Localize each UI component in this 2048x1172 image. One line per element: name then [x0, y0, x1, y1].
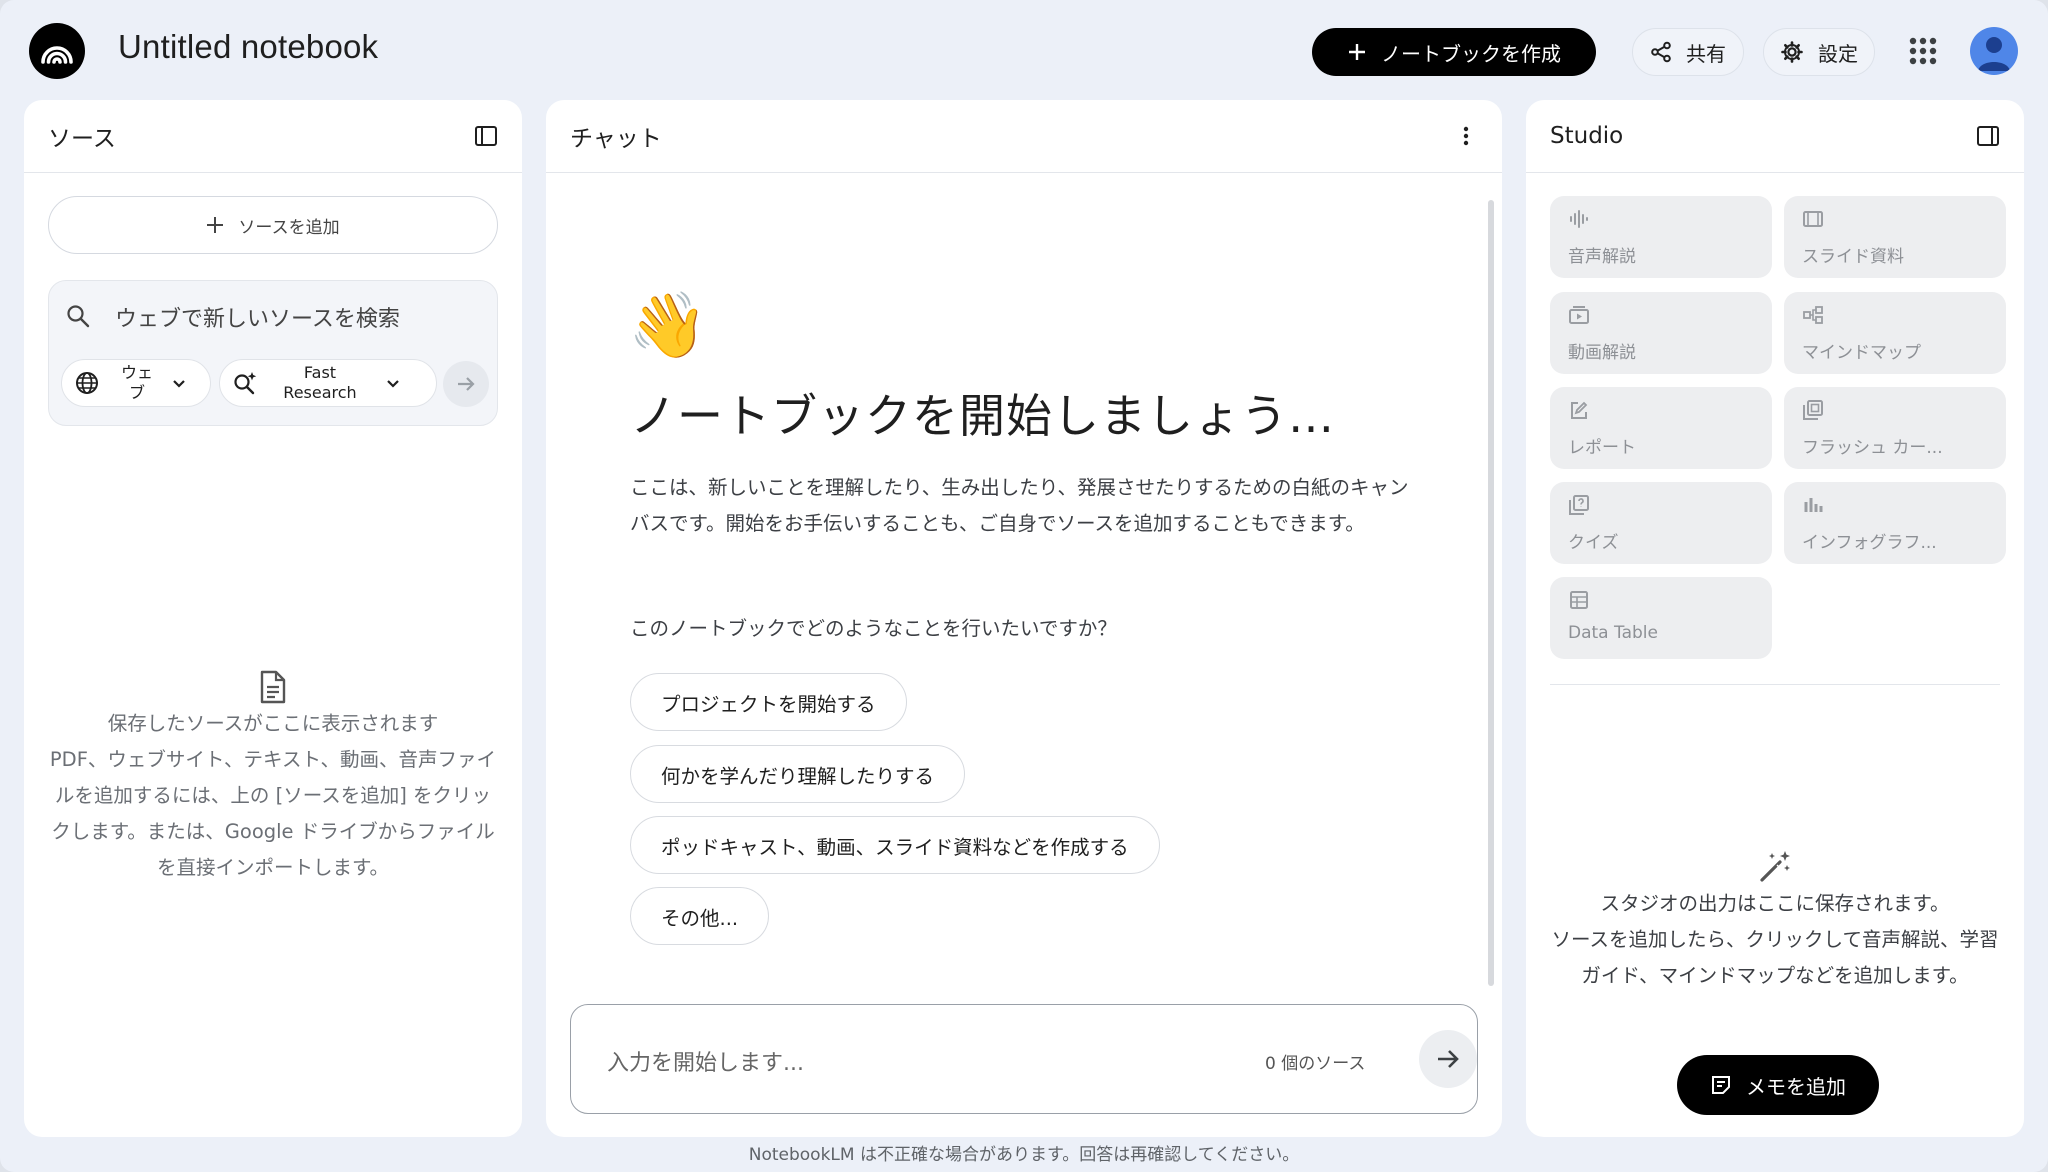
search-submit-button[interactable] — [443, 361, 489, 407]
magic-wand-icon — [1760, 851, 1790, 882]
create-notebook-button[interactable]: ノートブックを作成 — [1312, 28, 1596, 76]
studio-divider — [1550, 684, 2000, 685]
disclaimer-footer: NotebookLM は不正確な場合があります。回答は再確認してください。 — [748, 1145, 1300, 1165]
add-note-button[interactable]: メモを追加 — [1677, 1055, 1879, 1115]
app-window: Untitled notebook ノートブックを作成 共有 設定 ソース ソー… — [0, 0, 2048, 1172]
web-search-input[interactable]: ウェブで新しいソースを検索 — [115, 301, 400, 333]
avatar[interactable] — [1970, 27, 2018, 75]
studio-tile-label: フラッシュ カー... — [1802, 438, 1943, 458]
studio-tile-label: Data Table — [1568, 623, 1658, 643]
table-icon — [1570, 591, 1588, 609]
studio-tile-slides[interactable]: スライド資料 — [1784, 196, 2006, 278]
send-button[interactable] — [1419, 1030, 1477, 1088]
studio-tile-data-table[interactable]: Data Table — [1550, 577, 1772, 659]
search-icon — [67, 305, 90, 328]
notebooklm-logo-icon[interactable] — [29, 23, 85, 79]
settings-button[interactable]: 設定 — [1763, 28, 1875, 76]
studio-tile-audio[interactable]: 音声解説 — [1550, 196, 1772, 278]
studio-tile-label: レポート — [1568, 438, 1636, 458]
plus-icon — [1349, 44, 1365, 60]
chat-question: このノートブックでどのようなことを行いたいですか？ — [630, 617, 1117, 640]
share-icon — [1651, 41, 1671, 63]
globe-icon — [76, 372, 98, 394]
audio-wave-icon — [1570, 210, 1588, 228]
suggestion-chip[interactable]: ポッドキャスト、動画、スライド資料などを作成する — [630, 816, 1160, 874]
flashcard-icon — [1803, 400, 1823, 420]
sources-empty-title: 保存したソースがここに表示されます — [107, 712, 439, 735]
add-source-button[interactable]: ソースを追加 — [48, 196, 498, 254]
sources-title: ソース — [48, 126, 116, 152]
chevron-down-icon — [387, 380, 399, 388]
sources-panel: ソース ソースを追加 ウェブで新しいソースを検索 ウェ ブ Fast Resea… — [24, 100, 522, 1137]
more-options-icon[interactable] — [1454, 124, 1478, 148]
source-type-dropdown[interactable]: ウェ ブ — [61, 359, 211, 407]
studio-empty-state: スタジオの出力はここに保存されます。 ソースを追加したら、クリックして音声解説、… — [1526, 848, 2024, 994]
add-source-label: ソースを追加 — [238, 217, 340, 238]
studio-panel: Studio 音声解説 スライド資料 動画解説 マインドマップ レポート フラッ… — [1526, 100, 2024, 1137]
gear-icon — [1781, 41, 1803, 63]
note-icon — [1712, 1076, 1730, 1094]
suggestion-chip[interactable]: 何かを学んだり理解したりする — [630, 745, 966, 803]
collapse-panel-icon[interactable] — [1976, 124, 2000, 148]
studio-tile-flashcards[interactable]: フラッシュ カー... — [1784, 387, 2006, 469]
arrow-right-icon — [458, 377, 475, 391]
studio-tile-label: 動画解説 — [1568, 343, 1636, 363]
studio-tile-report[interactable]: レポート — [1550, 387, 1772, 469]
source-count: 0 個のソース — [1265, 1054, 1366, 1074]
create-notebook-label: ノートブックを作成 — [1381, 41, 1561, 66]
studio-tile-label: マインドマップ — [1802, 343, 1921, 363]
studio-tile-infographic[interactable]: インフォグラフ... — [1784, 482, 2006, 564]
chat-heading: ノートブックを開始しましょう… — [630, 389, 1335, 443]
mindmap-icon — [1803, 306, 1823, 324]
studio-tile-video[interactable]: 動画解説 — [1550, 292, 1772, 374]
research-mode-value: Fast Research — [283, 363, 357, 402]
quiz-icon — [1569, 495, 1589, 515]
studio-empty-title: スタジオの出力はここに保存されます。 — [1600, 892, 1950, 915]
studio-tile-quiz[interactable]: クイズ — [1550, 482, 1772, 564]
suggestion-chip[interactable]: プロジェクトを開始する — [630, 673, 907, 731]
top-bar: Untitled notebook ノートブックを作成 共有 設定 — [0, 0, 2048, 100]
chat-description: ここは、新しいことを理解したり、生み出したり、発展させたりするための白紙のキャン… — [630, 476, 1409, 535]
studio-tile-mindmap[interactable]: マインドマップ — [1784, 292, 2006, 374]
document-icon — [260, 670, 286, 704]
sources-empty-body: PDF、ウェブサイト、テキスト、動画、音声ファイルを追加するには、上の [ソース… — [49, 748, 497, 879]
notebook-title[interactable]: Untitled notebook — [118, 28, 378, 66]
suggestion-chip[interactable]: その他... — [630, 887, 770, 945]
studio-tile-label: インフォグラフ... — [1802, 533, 1937, 553]
settings-label: 設定 — [1818, 41, 1858, 66]
arrow-right-icon — [1438, 1050, 1459, 1068]
studio-tile-label: 音声解説 — [1568, 247, 1636, 267]
chat-title: チャット — [570, 126, 662, 152]
share-button[interactable]: 共有 — [1632, 28, 1744, 76]
video-icon — [1569, 306, 1589, 324]
chat-input-box[interactable]: 入力を開始します... 0 個のソース — [570, 1004, 1478, 1114]
share-label: 共有 — [1686, 41, 1726, 66]
chevron-down-icon — [173, 380, 185, 388]
research-sparkle-icon — [234, 372, 257, 395]
add-note-label: メモを追加 — [1746, 1074, 1846, 1099]
studio-tile-label: クイズ — [1568, 533, 1619, 553]
studio-tile-label: スライド資料 — [1802, 247, 1904, 267]
studio-empty-body: ソースを追加したら、クリックして音声解説、学習ガイド、マインドマップなどを追加し… — [1551, 928, 1999, 987]
source-type-value: ウェ ブ — [120, 363, 153, 402]
sources-empty-state: 保存したソースがここに表示されます PDF、ウェブサイト、テキスト、動画、音声フ… — [48, 670, 498, 886]
slides-icon — [1803, 211, 1823, 227]
plus-icon — [207, 217, 224, 233]
chat-input[interactable]: 入力を開始します... — [607, 1045, 804, 1077]
web-search-box: ウェブで新しいソースを検索 ウェ ブ Fast Research — [48, 280, 498, 426]
infographic-icon — [1804, 498, 1823, 512]
studio-title: Studio — [1550, 123, 1624, 149]
waving-hand-emoji: 👋 — [628, 289, 708, 363]
chat-scrollbar[interactable] — [1488, 200, 1494, 986]
research-mode-dropdown[interactable]: Fast Research — [219, 359, 437, 407]
chat-panel: チャット 👋 ノートブックを開始しましょう… ここは、新しいことを理解したり、生… — [546, 100, 1502, 1137]
report-icon — [1571, 401, 1588, 419]
collapse-panel-icon[interactable] — [474, 124, 498, 148]
apps-grid-icon[interactable] — [1908, 36, 1938, 66]
